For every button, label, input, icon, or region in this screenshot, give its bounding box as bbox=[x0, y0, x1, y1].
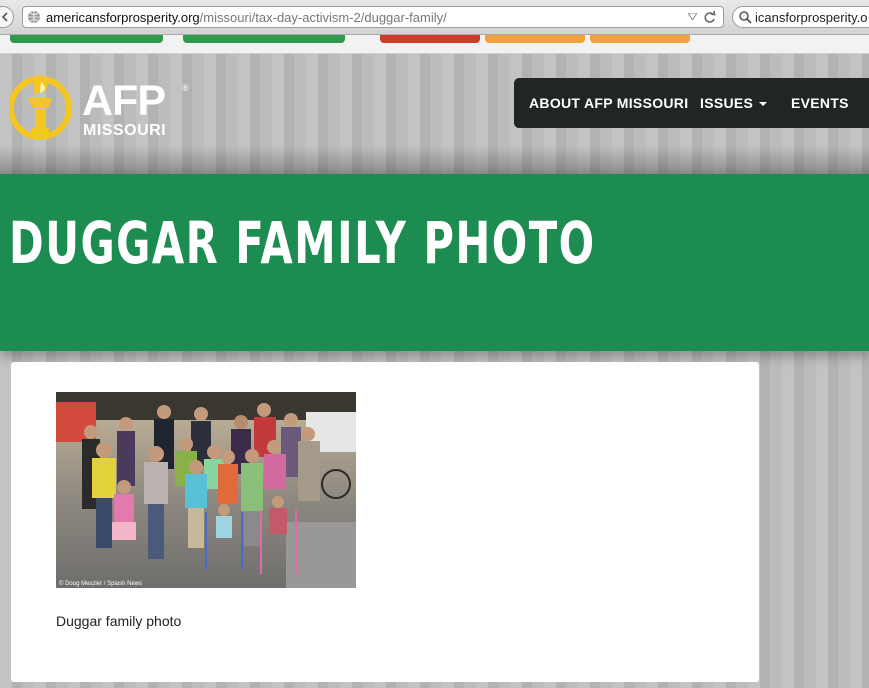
nav-chip[interactable] bbox=[10, 35, 163, 43]
url-path: /missouri/tax-day-activism-2/duggar-fami… bbox=[199, 10, 447, 25]
search-input: icansforprosperity.o bbox=[755, 10, 868, 25]
logo-registered-mark: ® bbox=[182, 83, 189, 93]
back-arrow-icon bbox=[1, 12, 8, 22]
photo-image bbox=[56, 392, 356, 588]
nav-issues-label: ISSUES bbox=[700, 95, 754, 111]
nav-issues[interactable]: ISSUES bbox=[700, 95, 768, 111]
logo-region: MISSOURI bbox=[83, 122, 167, 139]
globe-icon bbox=[28, 11, 40, 23]
nav-chip[interactable] bbox=[485, 35, 585, 43]
nav-chip[interactable] bbox=[380, 35, 480, 43]
nav-events-label: EVENTS bbox=[791, 95, 849, 111]
reload-icon[interactable] bbox=[703, 10, 716, 24]
search-icon bbox=[739, 11, 752, 24]
address-bar[interactable]: americansforprosperity.org/missouri/tax-… bbox=[22, 6, 724, 28]
photo-credit: © Doug Meszler / Splash News bbox=[59, 581, 143, 587]
nav-events[interactable]: EVENTS bbox=[791, 95, 849, 111]
content-card: © Doug Meszler / Splash News Duggar fami… bbox=[11, 362, 759, 682]
page-body: AFP ® MISSOURI ABOUT AFP MISSOURI ISSUES… bbox=[0, 54, 869, 688]
title-band: DUGGAR FAMILY PHOTO bbox=[0, 174, 869, 351]
caret-down-icon bbox=[759, 102, 768, 107]
page-title: DUGGAR FAMILY PHOTO bbox=[9, 209, 596, 277]
torch-icon bbox=[9, 74, 71, 140]
history-dropdown-icon[interactable] bbox=[688, 13, 697, 20]
header-shadow bbox=[0, 146, 869, 174]
nav-about-label: ABOUT AFP MISSOURI bbox=[529, 95, 689, 111]
browser-toolbar: americansforprosperity.org/missouri/tax-… bbox=[0, 0, 869, 35]
search-bar[interactable]: icansforprosperity.o bbox=[732, 6, 869, 28]
photo-caption: Duggar family photo bbox=[56, 613, 182, 629]
nav-chip[interactable] bbox=[183, 35, 345, 43]
nav-chip[interactable] bbox=[590, 35, 690, 43]
bookmark-strip bbox=[0, 35, 869, 54]
url-text: americansforprosperity.org/missouri/tax-… bbox=[46, 10, 447, 25]
nav-about[interactable]: ABOUT AFP MISSOURI bbox=[529, 95, 688, 111]
logo-brand: AFP bbox=[82, 77, 166, 125]
family-photo[interactable]: © Doug Meszler / Splash News bbox=[56, 392, 356, 588]
site-logo[interactable]: AFP ® MISSOURI bbox=[9, 68, 199, 140]
url-host: americansforprosperity.org bbox=[46, 10, 200, 25]
back-button[interactable] bbox=[0, 6, 14, 28]
main-nav: ABOUT AFP MISSOURI ISSUES EVENTS bbox=[514, 78, 869, 128]
